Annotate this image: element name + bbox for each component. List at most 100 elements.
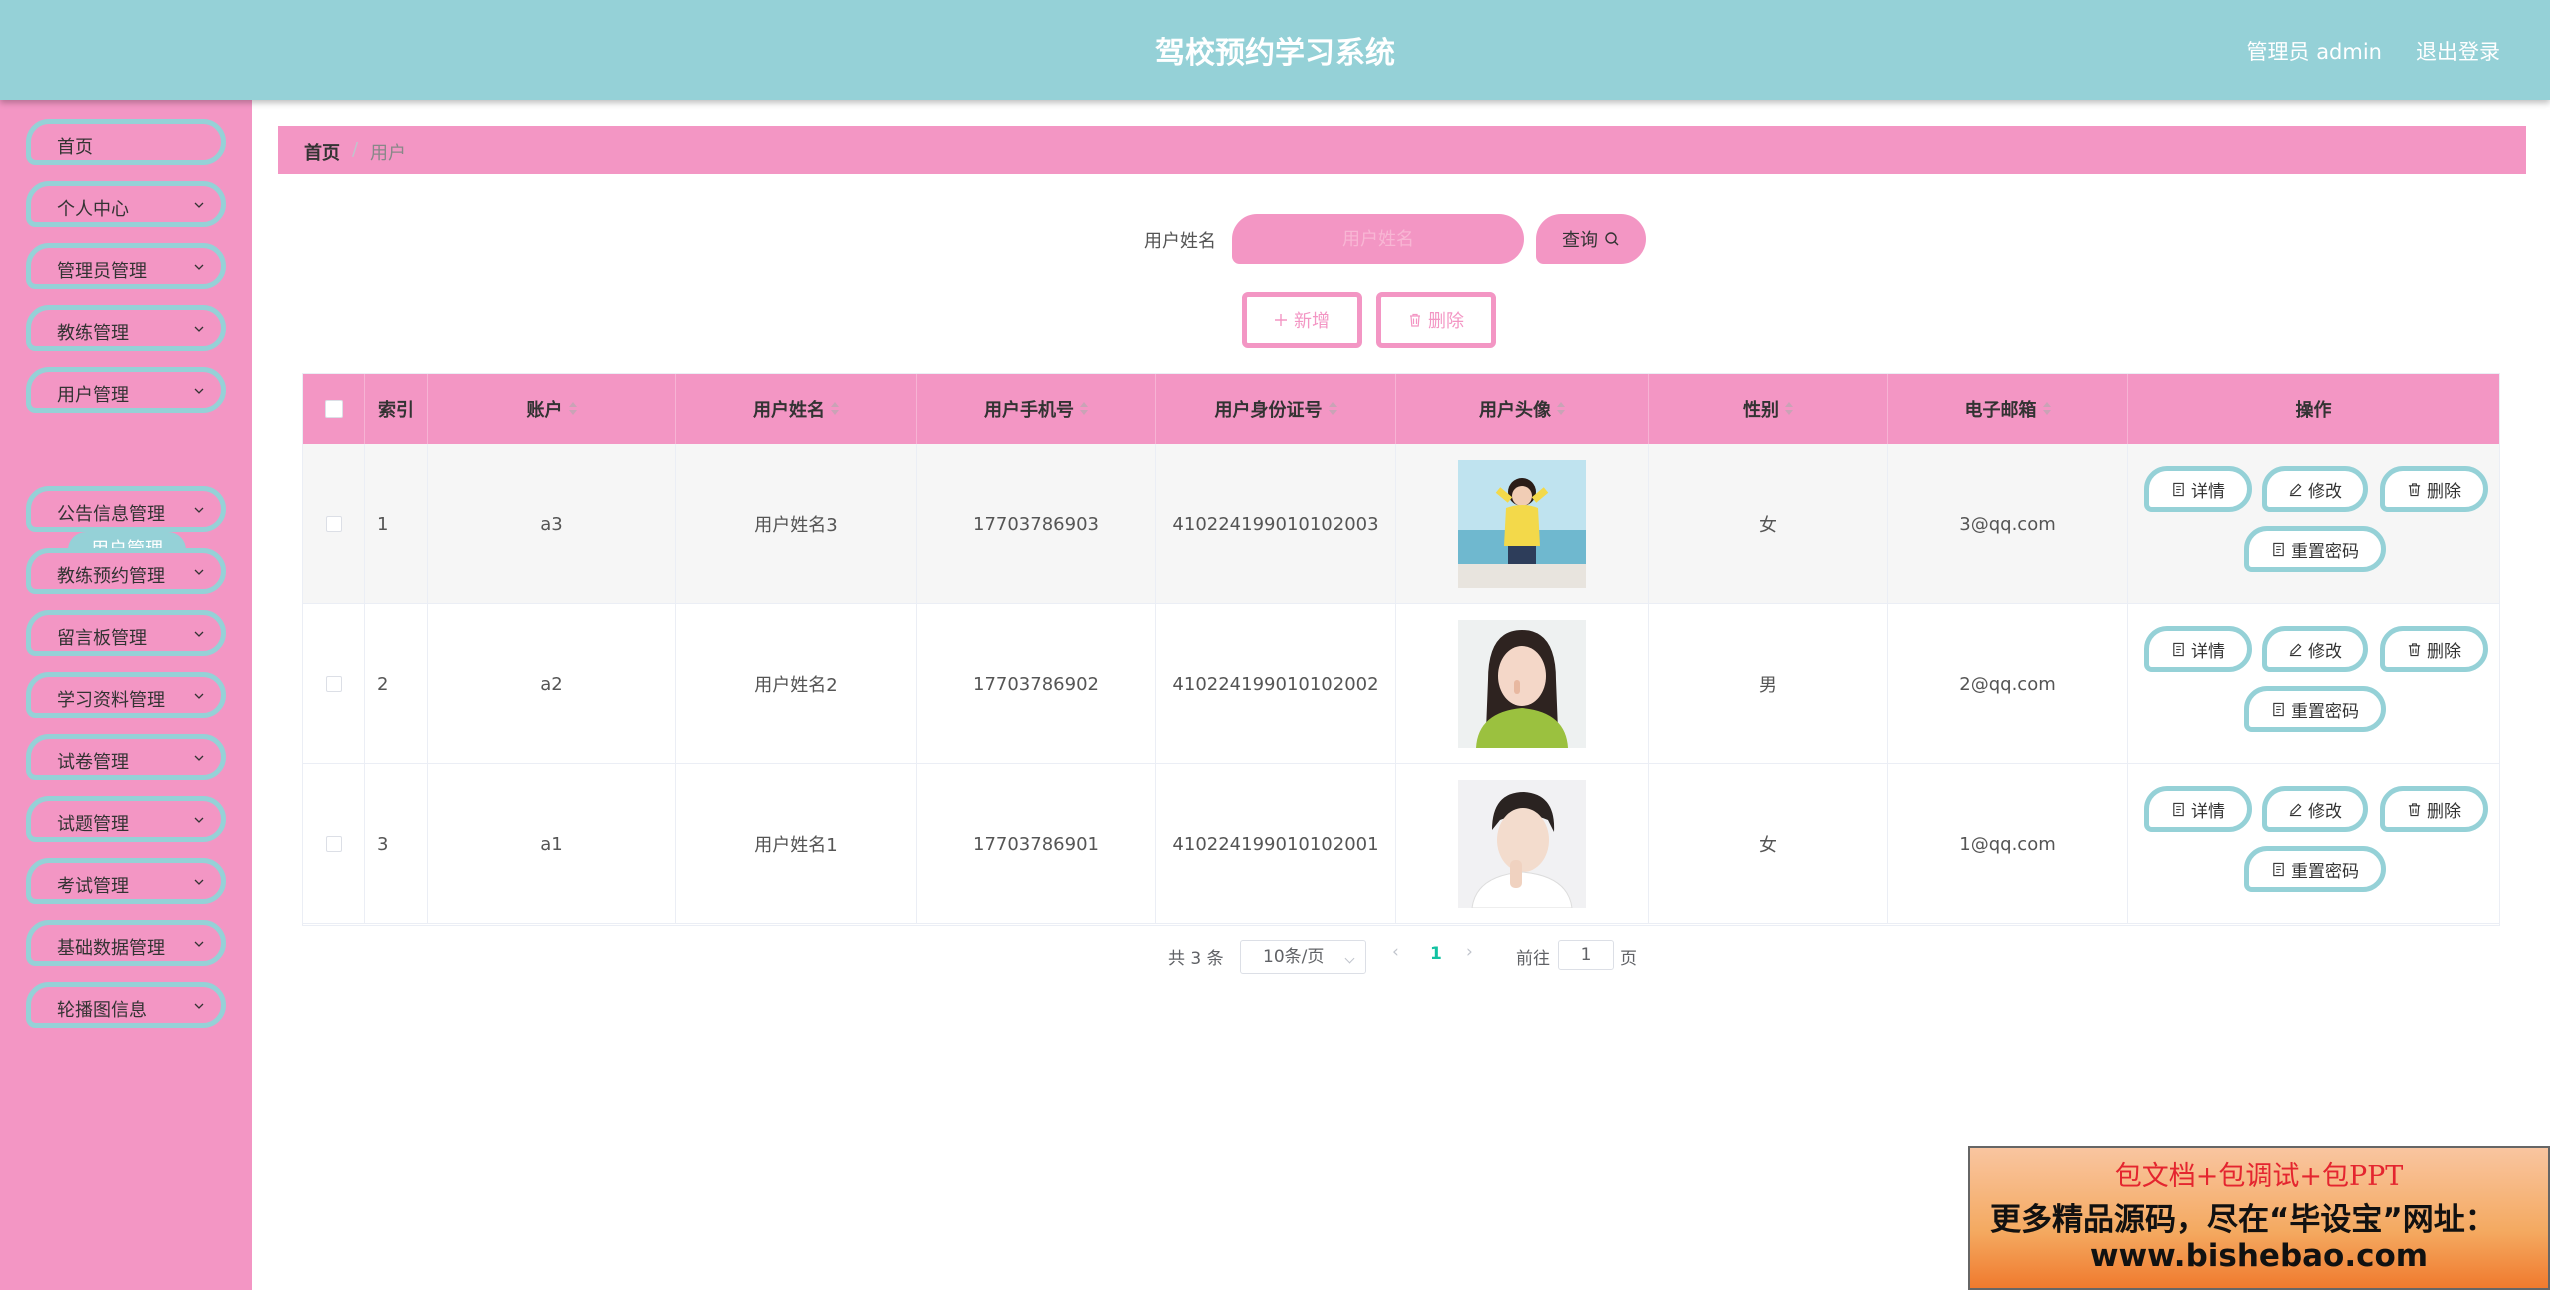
promo-banner: 包文档+包调试+包PPT 更多精品源码，尽在“毕设宝”网址： www.bishe… — [1968, 1146, 2550, 1290]
chevron-down-icon — [193, 563, 204, 575]
detail-button[interactable]: 详情 — [2144, 786, 2252, 832]
sidebar-item-personal-center[interactable]: 个人中心 — [26, 181, 226, 227]
document-icon — [2273, 702, 2284, 716]
admin-label: 管理员 admin — [2246, 40, 2382, 64]
add-button[interactable]: 新增 — [1242, 292, 1362, 348]
sort-icon[interactable] — [1557, 402, 1565, 416]
cell-email: 2@qq.com — [1888, 604, 2128, 764]
sidebar-item-study-materials[interactable]: 学习资料管理 — [26, 672, 226, 718]
users-table: 索引 账户 用户姓名 用户手机号 用户身份证号 用户头像 性别 电子邮箱 操作 … — [302, 373, 2500, 926]
delete-button-label: 删除 — [1428, 311, 1464, 332]
sidebar-item-notice-management[interactable]: 公告信息管理 — [26, 486, 226, 532]
prev-page-icon[interactable]: ‹ — [1392, 942, 1399, 962]
header-id-number[interactable]: 用户身份证号 — [1156, 374, 1396, 444]
edit-button[interactable]: 修改 — [2262, 626, 2368, 672]
sidebar-item-questions[interactable]: 试题管理 — [26, 796, 226, 842]
select-all-checkbox[interactable] — [324, 400, 343, 418]
page-number-current[interactable]: 1 — [1430, 944, 1442, 964]
sort-icon[interactable] — [1080, 402, 1088, 416]
detail-button[interactable]: 详情 — [2144, 466, 2252, 512]
sidebar-item-carousel[interactable]: 轮播图信息 — [26, 982, 226, 1028]
reset-password-button[interactable]: 重置密码 — [2244, 686, 2386, 732]
sidebar-item-exam-papers[interactable]: 试卷管理 — [26, 734, 226, 780]
reset-password-label: 重置密码 — [2291, 861, 2359, 882]
sidebar-item-home[interactable]: 首页 — [26, 119, 226, 165]
delete-label: 删除 — [2427, 641, 2461, 662]
cell-id-number: 410224199010102001 — [1156, 764, 1396, 924]
header-label: 账户 — [526, 400, 563, 421]
detail-button[interactable]: 详情 — [2144, 626, 2252, 672]
sort-icon[interactable] — [2042, 402, 2051, 416]
header-avatar[interactable]: 用户头像 — [1396, 374, 1649, 444]
header-label: 性别 — [1743, 400, 1779, 421]
search-input[interactable] — [1232, 214, 1524, 264]
logout-link[interactable]: 退出登录 — [2416, 36, 2500, 66]
cell-actions: 详情 修改 删除 重置密码 — [2128, 604, 2499, 764]
avatar-photo-girl-yellow — [1458, 460, 1586, 588]
header-label: 用户手机号 — [984, 400, 1074, 421]
top-header: 驾校预约学习系统 管理员 admin 退出登录 — [0, 0, 2550, 100]
detail-label: 详情 — [2191, 481, 2225, 502]
header-label: 用户姓名 — [753, 400, 825, 421]
header-label: 用户身份证号 — [1214, 400, 1323, 421]
avatar[interactable] — [1458, 780, 1586, 908]
sidebar-item-coach-management[interactable]: 教练管理 — [26, 305, 226, 351]
cell-avatar — [1396, 604, 1649, 764]
sort-icon[interactable] — [831, 402, 839, 416]
app-title: 驾校预约学习系统 — [1155, 36, 1395, 71]
cell-email: 3@qq.com — [1888, 444, 2128, 604]
search-button[interactable]: 查询 — [1536, 214, 1646, 264]
sidebar-item-exams[interactable]: 考试管理 — [26, 858, 226, 904]
goto-page-input[interactable] — [1558, 940, 1614, 970]
sort-icon[interactable] — [1328, 402, 1337, 416]
chevron-down-icon — [193, 382, 204, 394]
breadcrumb: 首页 / 用户 — [278, 126, 2526, 174]
table-row: 2 a2 用户姓名2 17703786902 41022419901010200… — [303, 604, 2499, 764]
breadcrumb-separator: / — [352, 139, 359, 160]
header-email[interactable]: 电子邮箱 — [1888, 374, 2128, 444]
bulk-delete-button[interactable]: 删除 — [1376, 292, 1496, 348]
delete-button[interactable]: 删除 — [2380, 466, 2488, 512]
row-select-cell — [303, 604, 365, 764]
header-account[interactable]: 账户 — [428, 374, 676, 444]
reset-password-button[interactable]: 重置密码 — [2244, 526, 2386, 572]
header-gender[interactable]: 性别 — [1649, 374, 1888, 444]
sort-icon[interactable] — [1785, 402, 1793, 416]
delete-button[interactable]: 删除 — [2380, 626, 2488, 672]
header-label: 索引 — [378, 400, 414, 421]
page-size-select[interactable]: 10条/页 — [1240, 940, 1366, 974]
document-icon — [2173, 642, 2184, 656]
add-button-label: 新增 — [1294, 311, 1330, 332]
avatar[interactable] — [1458, 620, 1586, 748]
promo-line-2: 更多精品源码，尽在“毕设宝”网址： — [1990, 1202, 2496, 1238]
table-row: 3 a1 用户姓名1 17703786901 41022419901010200… — [303, 764, 2499, 924]
next-page-icon[interactable]: › — [1466, 942, 1473, 962]
delete-label: 删除 — [2427, 801, 2461, 822]
sidebar-item-base-data[interactable]: 基础数据管理 — [26, 920, 226, 966]
delete-button[interactable]: 删除 — [2380, 786, 2488, 832]
sidebar-item-message-board[interactable]: 留言板管理 — [26, 610, 226, 656]
row-checkbox[interactable] — [325, 516, 342, 532]
cell-index: 2 — [365, 604, 428, 764]
sidebar-item-coach-booking[interactable]: 教练预约管理 — [26, 548, 226, 594]
cell-name: 用户姓名3 — [676, 444, 917, 604]
reset-password-button[interactable]: 重置密码 — [2244, 846, 2386, 892]
chevron-down-icon — [193, 258, 204, 270]
header-label: 操作 — [2295, 400, 2332, 421]
edit-button[interactable]: 修改 — [2262, 786, 2368, 832]
avatar[interactable] — [1458, 460, 1586, 588]
header-name[interactable]: 用户姓名 — [676, 374, 917, 444]
breadcrumb-home[interactable]: 首页 — [304, 139, 340, 165]
sidebar-item-label: 个人中心 — [57, 199, 129, 220]
sidebar-item-admin-management[interactable]: 管理员管理 — [26, 243, 226, 289]
sort-icon[interactable] — [568, 402, 577, 416]
edit-button[interactable]: 修改 — [2262, 466, 2368, 512]
header-phone[interactable]: 用户手机号 — [917, 374, 1156, 444]
sidebar-item-user-management[interactable]: 用户管理 — [26, 367, 226, 413]
header-label: 电子邮箱 — [1964, 400, 2037, 421]
cell-gender: 男 — [1649, 604, 1888, 764]
chevron-down-icon — [193, 196, 204, 208]
row-checkbox[interactable] — [325, 836, 342, 852]
table-header: 索引 账户 用户姓名 用户手机号 用户身份证号 用户头像 性别 电子邮箱 操作 — [303, 374, 2499, 444]
row-checkbox[interactable] — [325, 676, 342, 692]
